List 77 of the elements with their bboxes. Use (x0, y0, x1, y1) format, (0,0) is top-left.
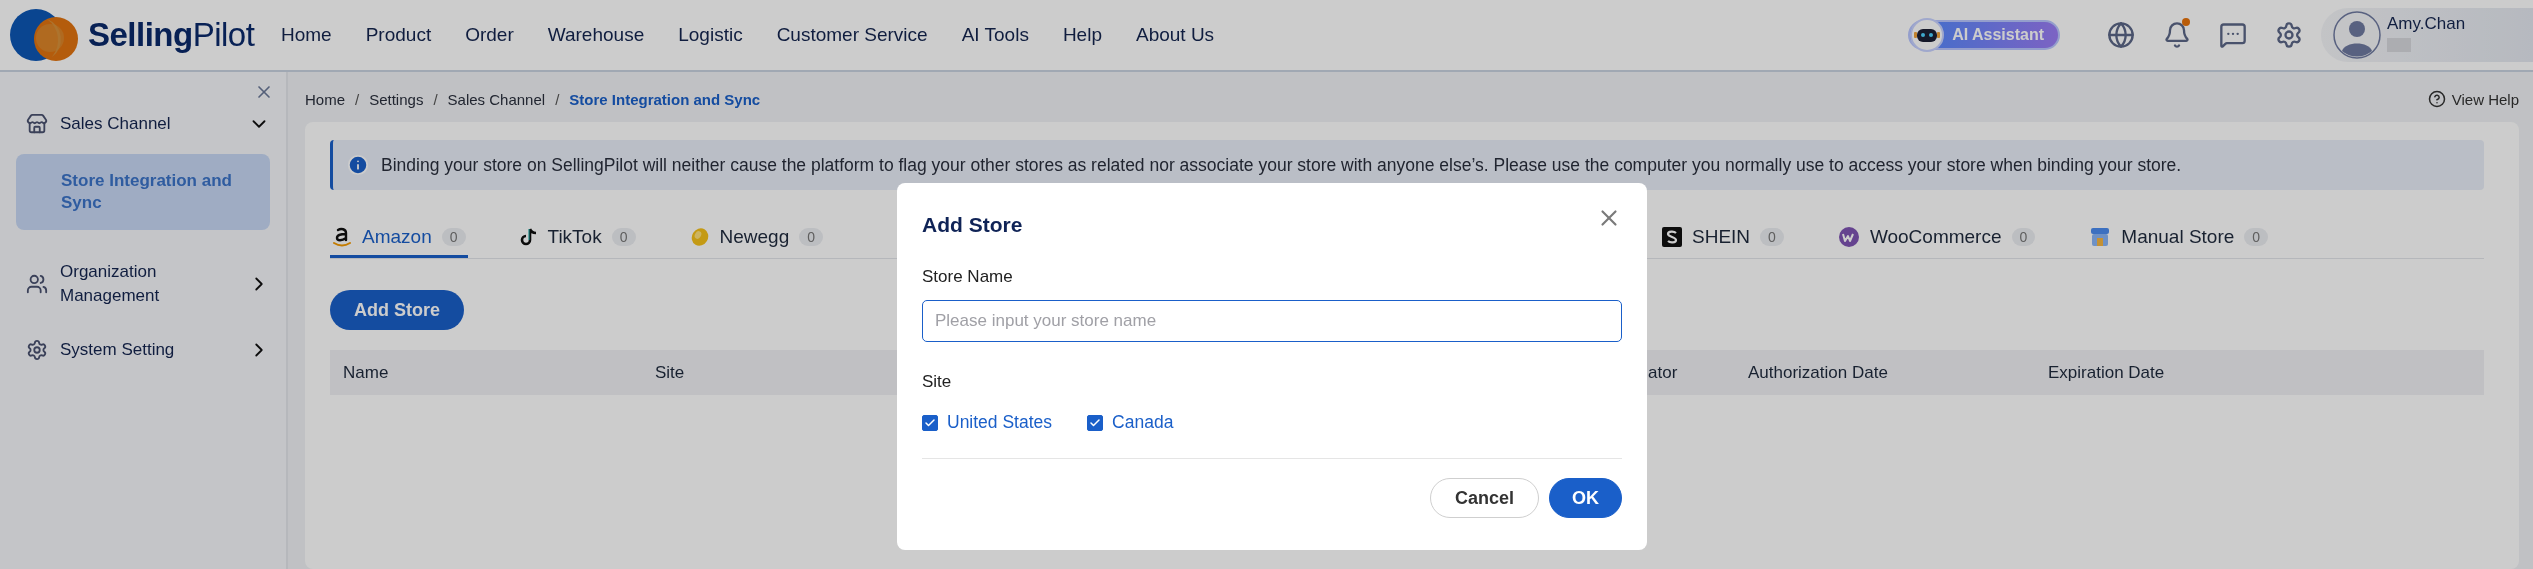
shop-icon (2089, 225, 2112, 248)
avatar-icon (2333, 11, 2381, 59)
store-count: 0 (2244, 227, 2269, 246)
nav-link[interactable]: Home (281, 24, 332, 46)
tab-label: TikTok (547, 225, 602, 248)
column-header: Site (655, 362, 685, 382)
users-icon (26, 273, 48, 295)
add-store-button[interactable]: Add Store (330, 290, 464, 330)
store-count: 0 (799, 227, 823, 246)
channel-tab[interactable]: TikTok 0 (517, 218, 638, 258)
channel-tab[interactable]: Newegg 0 (687, 218, 825, 258)
shein-logo-icon (1662, 226, 1682, 247)
field-label: Site (922, 372, 953, 392)
amazon-icon (332, 225, 352, 248)
sidebar-item[interactable]: Sales Channel (16, 102, 270, 146)
checkbox[interactable] (1087, 414, 1104, 431)
breadcrumb-separator: / (433, 90, 438, 108)
column-header: Name (343, 362, 389, 382)
breadcrumb-link[interactable]: Sales Channel (447, 90, 546, 108)
info-icon (347, 154, 369, 176)
nav-link[interactable]: Order (465, 24, 514, 46)
settings-icon (26, 339, 48, 361)
breadcrumb-link[interactable]: Store Integration and Sync (569, 90, 761, 108)
store-count: 0 (441, 227, 466, 246)
music-note-icon (519, 226, 538, 247)
tab-label: SHEIN (1692, 225, 1751, 248)
breadcrumb-separator: / (355, 90, 360, 108)
store-icon (26, 113, 48, 135)
nav-link[interactable]: Logistic (678, 24, 743, 46)
store-count: 0 (611, 227, 636, 246)
sidebar-item[interactable]: Organization Management (16, 250, 270, 318)
check-icon (924, 416, 936, 429)
store-count: 0 (2011, 227, 2036, 246)
tab-label: WooCommerce (1869, 225, 2002, 248)
column-header: Expiration Date (2048, 362, 2165, 382)
store-name-field[interactable]: Please input your store name (922, 300, 1622, 342)
user-menu[interactable]: Amy.Chan (2321, 8, 2533, 62)
nav-link[interactable]: About Us (1135, 24, 1215, 46)
dialog-title: Add Store (922, 213, 1023, 237)
column-header: ator (1648, 362, 1678, 382)
cancel-button[interactable]: Cancel (1429, 478, 1539, 518)
breadcrumb-link[interactable]: Home (305, 90, 345, 108)
tab-label: Newegg (719, 225, 790, 248)
channel-tab[interactable]: Amazon 0 (330, 218, 468, 258)
field-label: Store Name (922, 267, 1014, 287)
column-header: Authorization Date (1748, 362, 1888, 382)
store-count: 0 (1760, 227, 1784, 246)
checkbox[interactable] (922, 414, 938, 431)
notice-text: Binding your store on SellingPilot will neither cause the platform to flag your other stores as related nor associate your store with anyone else’s. Please use the computer you normally use to access your store when binding your store. (381, 154, 2182, 176)
tab-label: Amazon (362, 225, 432, 248)
nav-link[interactable]: Warehouse (547, 24, 645, 46)
egg-icon (689, 226, 710, 247)
robot-icon (1910, 18, 1945, 52)
ok-button[interactable]: OK (1549, 478, 1622, 518)
nav-link[interactable]: AI Tools (961, 24, 1029, 46)
brand-name: SellingPilot (88, 16, 255, 54)
channel-tab[interactable]: Manual Store 0 (2087, 218, 2271, 258)
channel-tab[interactable]: SHEIN 0 (1660, 218, 1786, 258)
help-icon (2427, 90, 2446, 108)
nav-link[interactable]: Product (365, 24, 432, 46)
globe-icon[interactable] (2107, 21, 2135, 49)
nav-link[interactable]: Customer Service (776, 24, 928, 46)
user-name: Amy.Chan (2387, 14, 2466, 34)
bell-icon[interactable] (2163, 21, 2191, 49)
settings-icon[interactable] (2275, 21, 2303, 49)
checkbox-label: United States (947, 412, 1053, 433)
checkbox-label: Canada (1112, 412, 1174, 433)
check-icon (1089, 416, 1102, 429)
sidebar-item[interactable]: System Setting (16, 328, 270, 372)
help-link[interactable]: View Help (2427, 90, 2519, 108)
nav-link[interactable]: Help (1062, 24, 1102, 46)
breadcrumb-link[interactable]: Settings (369, 90, 424, 108)
woo-logo-icon (1837, 225, 1860, 248)
chat-icon[interactable] (2219, 21, 2247, 49)
channel-tab[interactable]: WooCommerce 0 (1835, 218, 2038, 258)
breadcrumb-separator: / (555, 90, 560, 108)
tab-label: Manual Store (2121, 225, 2235, 248)
